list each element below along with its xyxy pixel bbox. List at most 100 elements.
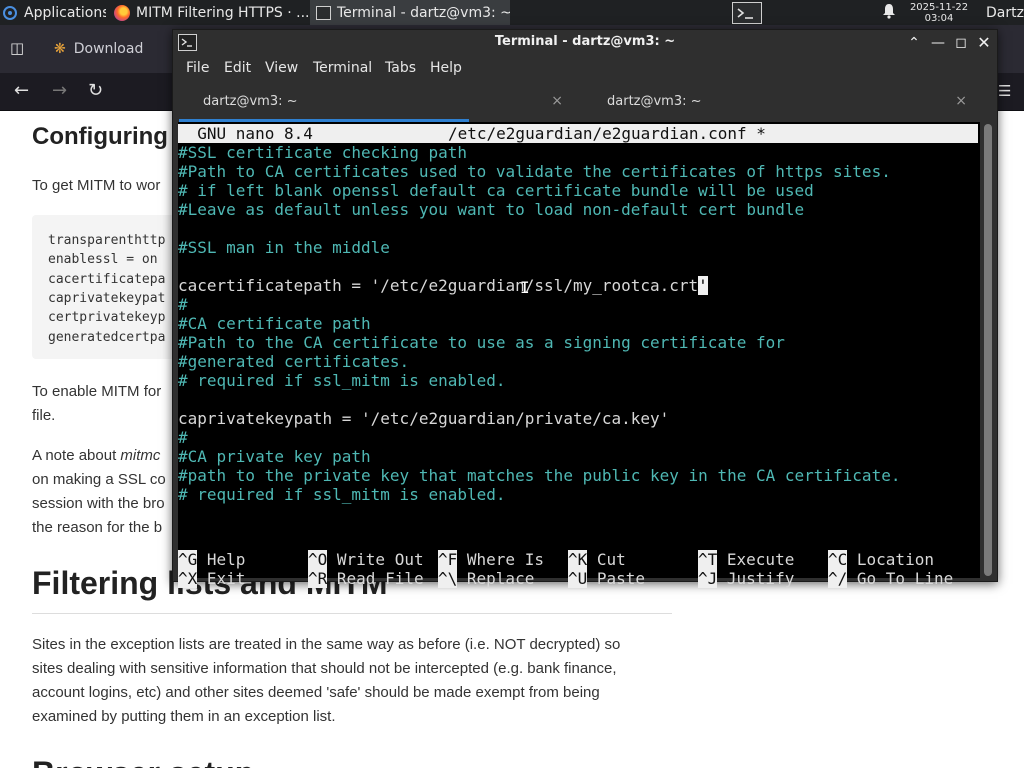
nano-shortcut: ^C Location (828, 550, 958, 569)
tab-close-icon[interactable]: × (551, 93, 563, 109)
back-arrow-icon[interactable]: ← (14, 81, 29, 101)
shortcut-key: ^R (308, 569, 328, 588)
nano-shortcut: ^O Write Out (308, 550, 438, 569)
chevron-up-icon[interactable]: ⌃ (905, 33, 923, 53)
code-line: generatedcertpa (48, 330, 166, 345)
tab-close-icon[interactable]: × (955, 93, 967, 109)
shortcut-key: ^T (698, 550, 718, 569)
applications-menu[interactable]: Applications ≡ (0, 0, 106, 25)
nano-line: #CA certificate path (178, 314, 978, 333)
text-cursor-icon: I (520, 278, 530, 297)
nano-line: #path to the private key that matches th… (178, 466, 978, 485)
nano-line: #Path to CA certificates used to validat… (178, 162, 978, 181)
terminal-titlebar[interactable]: Terminal - dartz@vm3: ~ ⌃ — ◻ ✕ (173, 30, 997, 56)
shortcut-label: Location (847, 550, 934, 569)
code-line: caprivatekeypat (48, 291, 166, 306)
terminal-title: Terminal - dartz@vm3: ~ (494, 34, 676, 49)
menu-help[interactable]: Help (430, 60, 462, 76)
heading-configuring: Configuring (32, 123, 168, 150)
terminal-window[interactable]: Terminal - dartz@vm3: ~ ⌃ — ◻ ✕ File Edi… (172, 29, 998, 588)
menu-terminal[interactable]: Terminal (313, 60, 372, 76)
menu-edit[interactable]: Edit (224, 60, 251, 76)
paragraph-line: examined by putting them in an exception… (32, 708, 336, 725)
shortcut-label: Write Out (327, 550, 424, 569)
menu-file[interactable]: File (186, 60, 209, 76)
text-cursor: ' (698, 276, 708, 295)
forward-arrow-icon[interactable]: → (52, 81, 67, 101)
browser-tab-download[interactable]: ❋ Download (46, 33, 166, 65)
nano-editor-screen[interactable]: GNU nano 8.4/etc/e2guardian/e2guardian.c… (178, 122, 980, 588)
menu-tabs[interactable]: Tabs (385, 60, 416, 76)
browser-tab-label: Download (73, 41, 144, 57)
note-prefix: A note about (32, 447, 121, 464)
joomla-icon: ❋ (54, 41, 66, 57)
nano-version: GNU nano 8.4 (178, 124, 313, 143)
nano-shortcut: ^\ Replace (438, 569, 568, 588)
clock-date: 2025-11-22 (909, 1, 969, 13)
terminal-launcher[interactable] (730, 0, 764, 25)
nano-shortcut: ^U Paste (568, 569, 698, 588)
terminal-icon (316, 5, 331, 20)
hamburger-menu-icon[interactable]: ☰ (998, 81, 1011, 101)
terminal-tabbar: dartz@vm3: ~ × dartz@vm3: ~ × (173, 82, 997, 122)
shortcut-label: Help (197, 550, 246, 569)
taskbar-firefox-label: MITM Filtering HTTPS · ... (136, 4, 308, 21)
nano-shortcut: ^/ Go To Line (828, 569, 958, 588)
clock[interactable]: 2025-11-22 03:04 (906, 0, 972, 25)
nano-line: #SSL certificate checking path (178, 143, 978, 162)
terminal-scrollbar[interactable] (982, 122, 994, 578)
nano-line-text: # (178, 295, 188, 314)
shortcut-label: Go To Line (847, 569, 954, 588)
clock-time: 03:04 (924, 12, 954, 24)
nano-shortcut: ^X Exit (178, 569, 308, 588)
terminal-tab-2[interactable]: dartz@vm3: ~ × (583, 82, 987, 122)
paragraph-line: account logins, etc) and other sites dee… (32, 684, 600, 701)
reload-icon[interactable]: ↻ (88, 81, 103, 101)
shortcut-key: ^X (178, 569, 198, 588)
menu-view[interactable]: View (265, 60, 298, 76)
nano-shortcut: ^J Justify (698, 569, 828, 588)
shortcut-label: Read File (327, 569, 424, 588)
nano-line (178, 390, 978, 409)
nano-line-text: #SSL man in the middle (178, 238, 390, 257)
nano-shortcut: ^T Execute (698, 550, 828, 569)
xfce-logo-icon (2, 5, 18, 21)
nano-line: # required if ssl_mitm is enabled. (178, 485, 978, 504)
nano-line: #Path to the CA certificate to use as a … (178, 333, 978, 352)
taskbar-firefox[interactable]: MITM Filtering HTTPS · ... (108, 0, 308, 25)
heading-divider (32, 613, 672, 614)
taskbar-terminal[interactable]: Terminal - dartz@vm3: ~ (310, 0, 510, 25)
nano-line (178, 257, 978, 276)
paragraph-line: sites dealing with sensitive information… (32, 660, 617, 677)
minimize-icon[interactable]: — (929, 33, 947, 53)
nano-line: #SSL man in the middle (178, 238, 978, 257)
terminal-tab-1[interactable]: dartz@vm3: ~ × (179, 82, 583, 122)
nano-shortcut: ^F Where Is (438, 550, 568, 569)
code-line: transparenthttp (48, 233, 166, 248)
shortcut-key: ^F (438, 550, 458, 569)
nano-titlebar: GNU nano 8.4/etc/e2guardian/e2guardian.c… (178, 124, 978, 143)
nano-line: caprivatekeypath = '/etc/e2guardian/priv… (178, 409, 978, 428)
nano-shortcut: ^R Read File (308, 569, 438, 588)
nano-line-text: # required if ssl_mitm is enabled. (178, 371, 506, 390)
nano-line-text: #path to the private key that matches th… (178, 466, 901, 485)
terminal-launcher-icon (732, 1, 762, 24)
shortcut-label: Cut (587, 550, 626, 569)
intro-text: To get MITM to wor (32, 177, 161, 194)
scrollbar-thumb[interactable] (984, 124, 992, 576)
shortcut-key: ^U (568, 569, 588, 588)
shortcut-key: ^G (178, 550, 198, 569)
note-emphasis: mitmc (120, 447, 161, 464)
nano-shortcut: ^G Help (178, 550, 308, 569)
nano-line-text: # if left blank openssl default ca certi… (178, 181, 814, 200)
sidebar-toggle-icon[interactable]: ◫ (10, 38, 24, 58)
shortcut-label: Exit (197, 569, 246, 588)
note-text-line: session with the bro (32, 495, 165, 512)
notifications-bell[interactable] (878, 0, 900, 25)
close-icon[interactable]: ✕ (975, 33, 993, 53)
nano-line (178, 219, 978, 238)
nano-line: # (178, 428, 978, 447)
nano-line: # required if ssl_mitm is enabled. (178, 371, 978, 390)
user-menu[interactable]: Dartz (986, 0, 1024, 25)
maximize-icon[interactable]: ◻ (952, 33, 970, 53)
